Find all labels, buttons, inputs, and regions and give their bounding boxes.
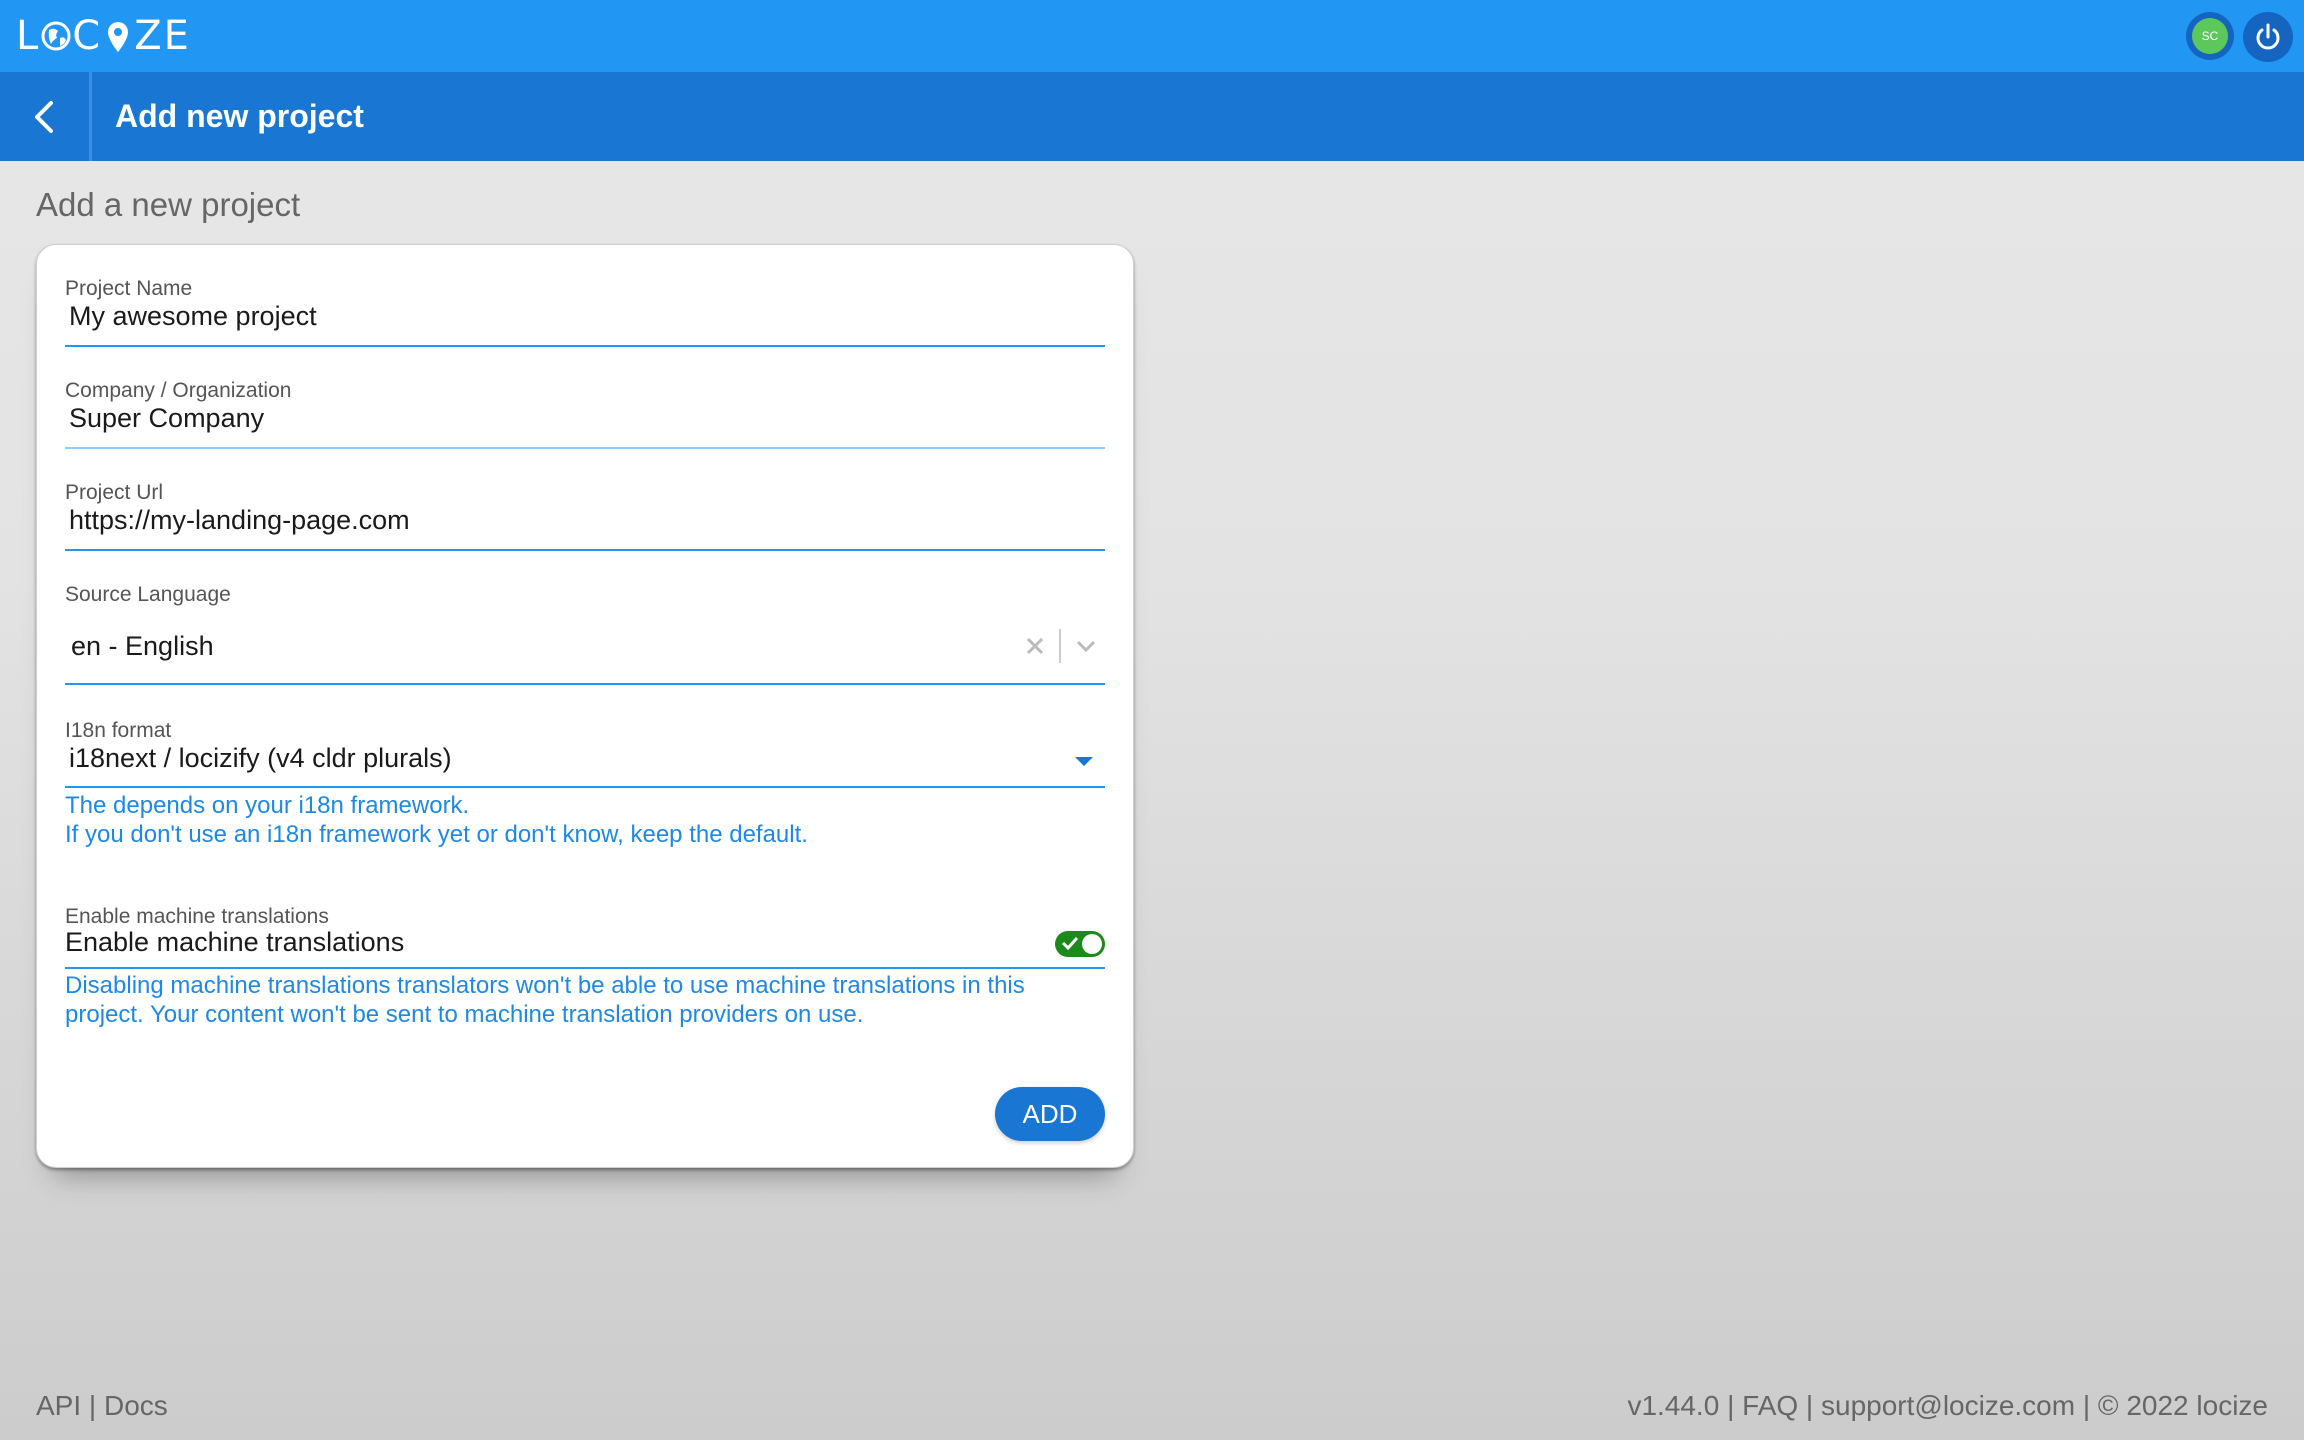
company-underline xyxy=(65,447,1105,449)
locize-logo[interactable]: L C ZE xyxy=(16,13,191,59)
page-title: Add new project xyxy=(115,98,364,134)
api-link[interactable]: API xyxy=(36,1390,81,1421)
i18n-format-underline xyxy=(65,786,1105,788)
project-url-underline xyxy=(65,549,1105,551)
machine-translations-toggle-label: Enable machine translations xyxy=(65,927,405,957)
add-project-form-card: Project Name My awesome project Company … xyxy=(36,244,1134,1168)
top-app-bar: L C ZE SC xyxy=(0,0,2304,72)
source-language-underline xyxy=(65,683,1105,685)
project-url-input[interactable]: https://my-landing-page.com xyxy=(69,505,410,536)
source-language-field[interactable]: Source Language en - English xyxy=(65,583,1105,685)
machine-translations-toggle[interactable] xyxy=(1055,931,1105,957)
section-title: Add a new project xyxy=(36,186,301,223)
i18n-format-helper-line2: If you don't use an i18n framework yet o… xyxy=(65,821,808,848)
toggle-knob xyxy=(1082,934,1102,954)
machine-translations-helper-line1: Disabling machine translations translato… xyxy=(65,972,1025,999)
source-language-label: Source Language xyxy=(65,583,231,606)
back-button[interactable] xyxy=(0,72,92,161)
i18n-format-helper-line1: The depends on your i18n framework. xyxy=(65,792,470,819)
copyright: © 2022 locize xyxy=(2097,1390,2268,1421)
machine-translations-helper-line2: project. Your content won't be sent to m… xyxy=(65,1001,864,1028)
chevron-down-icon[interactable] xyxy=(1075,639,1097,653)
page-header: Add new project xyxy=(0,72,2304,161)
user-avatar[interactable]: SC xyxy=(2186,12,2234,60)
docs-link[interactable]: Docs xyxy=(104,1390,168,1421)
i18n-format-select[interactable]: i18next / locizify (v4 cldr plurals) xyxy=(69,743,452,774)
i18n-format-label: I18n format xyxy=(65,719,172,742)
footer-separator: | xyxy=(1719,1390,1743,1421)
add-button[interactable]: ADD xyxy=(995,1087,1105,1141)
power-icon xyxy=(2256,23,2280,50)
i18n-format-helper-text: The depends on your i18n framework. If y… xyxy=(65,791,808,849)
company-field[interactable]: Company / Organization Super Company xyxy=(65,379,1105,449)
logout-button[interactable] xyxy=(2243,12,2293,62)
footer-links-left: API | Docs xyxy=(36,1390,168,1422)
support-email-link[interactable]: support@locize.com xyxy=(1821,1390,2075,1421)
footer-links-right: v1.44.0 | FAQ | support@locize.com | © 2… xyxy=(1627,1390,2268,1422)
dropdown-arrow-icon[interactable] xyxy=(1075,757,1093,767)
project-name-input[interactable]: My awesome project xyxy=(69,301,317,332)
globe-icon xyxy=(41,21,71,51)
machine-translations-field: Enable machine translations Enable machi… xyxy=(65,905,1105,1035)
footer-separator: | xyxy=(1798,1390,1821,1421)
machine-translations-underline xyxy=(65,967,1105,969)
clear-icon[interactable] xyxy=(1025,636,1045,656)
project-name-label: Project Name xyxy=(65,277,193,300)
location-pin-icon xyxy=(108,22,129,52)
i18n-format-field[interactable]: I18n format i18next / locizify (v4 cldr … xyxy=(65,719,1105,848)
check-icon xyxy=(1061,936,1079,951)
company-input[interactable]: Super Company xyxy=(69,403,264,434)
chevron-left-icon xyxy=(34,100,53,133)
footer-separator: | xyxy=(81,1390,104,1421)
project-url-label: Project Url xyxy=(65,481,164,504)
machine-translations-label: Enable machine translations xyxy=(65,905,329,928)
faq-link[interactable]: FAQ xyxy=(1742,1390,1798,1421)
select-separator xyxy=(1059,629,1061,663)
logo-text: L C ZE xyxy=(16,13,191,59)
source-language-select[interactable]: en - English xyxy=(71,631,214,662)
avatar-initials: SC xyxy=(2192,18,2228,54)
project-url-field[interactable]: Project Url https://my-landing-page.com xyxy=(65,481,1105,551)
footer-separator: | xyxy=(2075,1390,2098,1421)
project-name-field[interactable]: Project Name My awesome project xyxy=(65,277,1105,347)
company-label: Company / Organization xyxy=(65,379,292,402)
project-name-underline xyxy=(65,345,1105,347)
machine-translations-helper-text: Disabling machine translations translato… xyxy=(65,971,1025,1029)
version-label: v1.44.0 xyxy=(1627,1390,1720,1421)
source-language-controls xyxy=(1025,629,1097,663)
